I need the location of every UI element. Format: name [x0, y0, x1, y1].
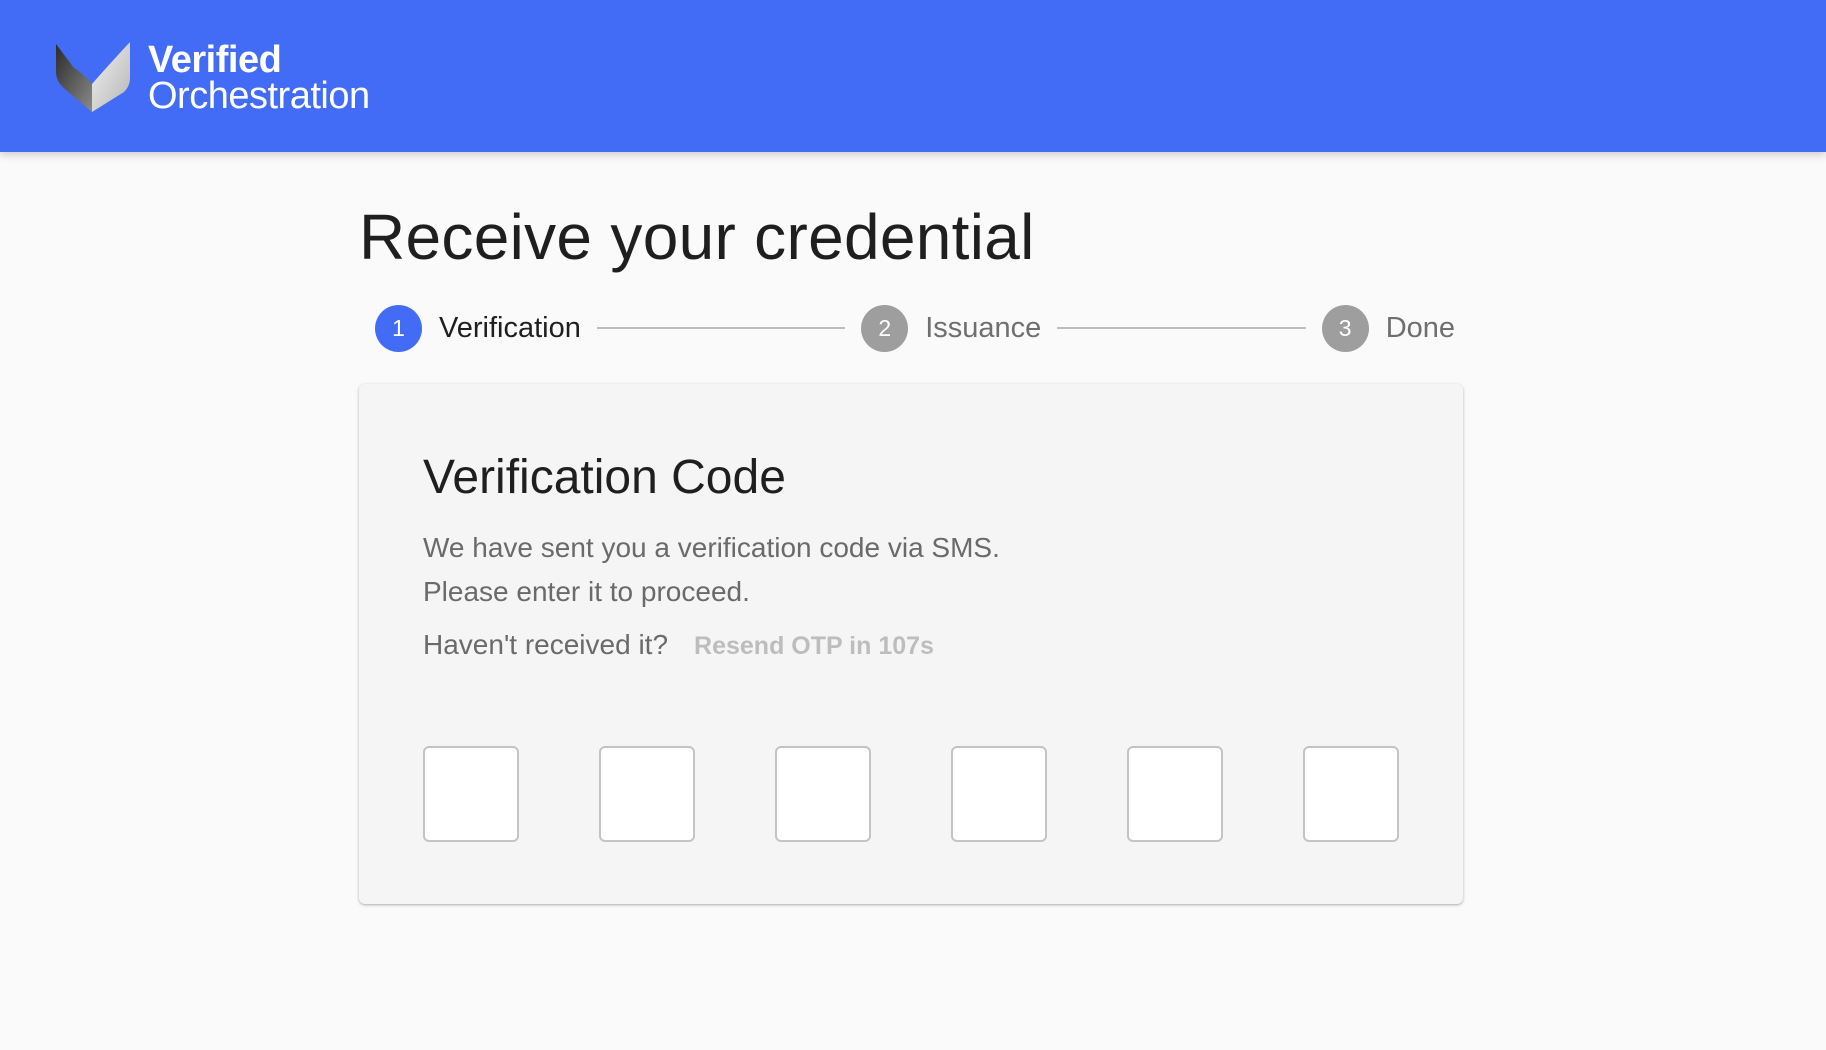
otp-digit-input[interactable]: [1303, 746, 1399, 842]
otp-digit-input[interactable]: [599, 746, 695, 842]
brand-name: Verified Orchestration: [148, 41, 370, 115]
otp-digit-input[interactable]: [1127, 746, 1223, 842]
card-description: Please enter it to proceed.: [423, 576, 750, 607]
step-number-badge: 3: [1321, 304, 1369, 352]
step-connector: [596, 327, 846, 329]
step-verification: 1 Verification: [375, 304, 581, 352]
progress-stepper: 1 Verification 2 Issuance 3 Done: [375, 304, 1455, 352]
step-label: Verification: [439, 311, 581, 344]
otp-digit-input[interactable]: [951, 746, 1047, 842]
step-connector: [1057, 327, 1306, 329]
otp-digit-input[interactable]: [423, 746, 519, 842]
otp-digit-input[interactable]: [775, 746, 871, 842]
resend-otp-button[interactable]: Resend OTP in 107s: [694, 632, 934, 661]
checkmark-shield-logo-icon: [56, 42, 130, 112]
resend-question: Haven't received it?: [423, 629, 669, 660]
verification-card: Verification Code We have sent you a ver…: [359, 384, 1463, 904]
step-done: 3 Done: [1321, 304, 1456, 352]
otp-input-group: [423, 746, 1399, 842]
card-description: We have sent you a verification code via…: [423, 532, 1000, 563]
step-label: Done: [1385, 311, 1456, 344]
brand-logo[interactable]: Verified Orchestration: [54, 38, 370, 118]
app-header: Verified Orchestration: [0, 0, 1826, 152]
card-title: Verification Code: [423, 451, 786, 504]
step-label: Issuance: [925, 311, 1042, 344]
brand-name-line2: Orchestration: [148, 75, 370, 117]
step-number-badge: 1: [375, 304, 422, 352]
resend-row: Haven't received it? Resend OTP in 107s: [423, 629, 934, 661]
page-title: Receive your credential: [359, 201, 1035, 273]
step-issuance: 2 Issuance: [861, 304, 1042, 352]
brand-name-line1: Verified: [148, 39, 282, 81]
step-number-badge: 2: [861, 304, 909, 352]
